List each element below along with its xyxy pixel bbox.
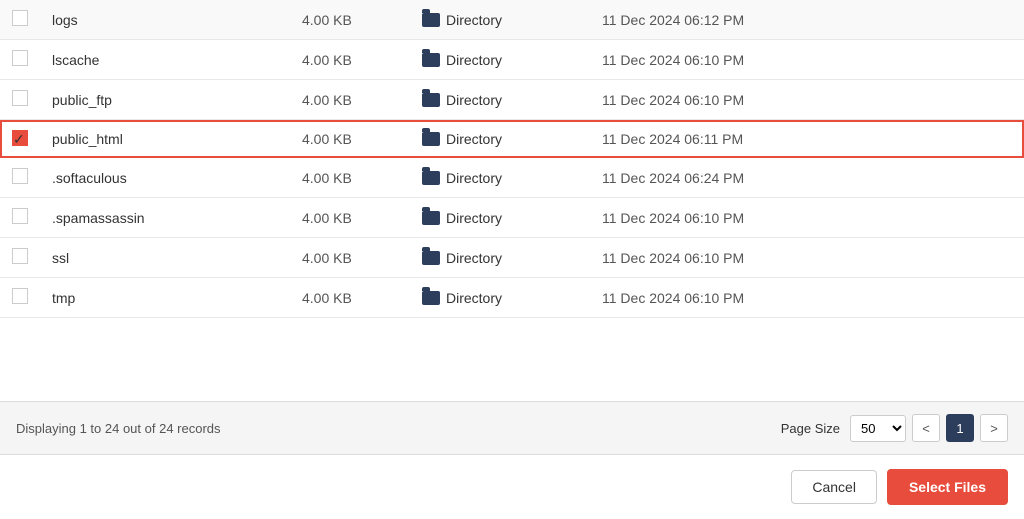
row-checkbox[interactable] xyxy=(12,90,28,106)
type-cell: Directory xyxy=(410,278,590,318)
type-label: Directory xyxy=(446,92,502,108)
folder-icon xyxy=(422,291,440,305)
name-cell: public_ftp xyxy=(40,80,290,120)
table-row[interactable]: public_ftp 4.00 KB Directory 11 Dec 2024… xyxy=(0,80,1024,120)
action-bar: Cancel Select Files xyxy=(0,455,1024,519)
page-size-label: Page Size xyxy=(781,421,840,436)
checkbox-cell[interactable]: ✓ xyxy=(0,120,40,158)
folder-icon xyxy=(422,93,440,107)
type-label: Directory xyxy=(446,52,502,68)
checkbox-cell[interactable] xyxy=(0,158,40,198)
folder-icon xyxy=(422,171,440,185)
checkbox-cell[interactable] xyxy=(0,278,40,318)
type-cell: Directory xyxy=(410,40,590,80)
type-cell: Directory xyxy=(410,158,590,198)
folder-icon xyxy=(422,251,440,265)
type-cell: Directory xyxy=(410,198,590,238)
name-cell: .softaculous xyxy=(40,158,290,198)
row-checkbox[interactable] xyxy=(12,248,28,264)
name-cell: .spamassassin xyxy=(40,198,290,238)
checkbox-cell[interactable] xyxy=(0,198,40,238)
cancel-button[interactable]: Cancel xyxy=(791,470,877,504)
size-cell: 4.00 KB xyxy=(290,120,410,158)
type-label: Directory xyxy=(446,170,502,186)
prev-page-button[interactable]: < xyxy=(912,414,940,442)
name-cell: public_html xyxy=(40,120,290,158)
type-label: Directory xyxy=(446,131,502,147)
date-cell: 11 Dec 2024 06:10 PM xyxy=(590,238,1024,278)
table-row[interactable]: logs 4.00 KB Directory 11 Dec 2024 06:12… xyxy=(0,0,1024,40)
table-row[interactable]: .spamassassin 4.00 KB Directory 11 Dec 2… xyxy=(0,198,1024,238)
row-checkbox[interactable] xyxy=(12,10,28,26)
type-label: Directory xyxy=(446,250,502,266)
date-cell: 11 Dec 2024 06:12 PM xyxy=(590,0,1024,40)
size-cell: 4.00 KB xyxy=(290,80,410,120)
size-cell: 4.00 KB xyxy=(290,238,410,278)
select-files-button[interactable]: Select Files xyxy=(887,469,1008,505)
type-cell: Directory xyxy=(410,238,590,278)
folder-icon xyxy=(422,211,440,225)
date-cell: 11 Dec 2024 06:10 PM xyxy=(590,40,1024,80)
file-table: logs 4.00 KB Directory 11 Dec 2024 06:12… xyxy=(0,0,1024,318)
checkbox-cell[interactable] xyxy=(0,238,40,278)
table-row[interactable]: tmp 4.00 KB Directory 11 Dec 2024 06:10 … xyxy=(0,278,1024,318)
folder-icon xyxy=(422,132,440,146)
size-cell: 4.00 KB xyxy=(290,0,410,40)
type-label: Directory xyxy=(446,12,502,28)
row-checkbox[interactable] xyxy=(12,50,28,66)
type-label: Directory xyxy=(446,290,502,306)
file-table-container: logs 4.00 KB Directory 11 Dec 2024 06:12… xyxy=(0,0,1024,402)
size-cell: 4.00 KB xyxy=(290,158,410,198)
row-checkbox[interactable] xyxy=(12,288,28,304)
records-info: Displaying 1 to 24 out of 24 records xyxy=(16,421,221,436)
size-cell: 4.00 KB xyxy=(290,198,410,238)
date-cell: 11 Dec 2024 06:11 PM xyxy=(590,120,1024,158)
date-cell: 11 Dec 2024 06:24 PM xyxy=(590,158,1024,198)
name-cell: lscache xyxy=(40,40,290,80)
size-cell: 4.00 KB xyxy=(290,278,410,318)
type-cell: Directory xyxy=(410,120,590,158)
date-cell: 11 Dec 2024 06:10 PM xyxy=(590,278,1024,318)
folder-icon xyxy=(422,53,440,67)
table-row[interactable]: .softaculous 4.00 KB Directory 11 Dec 20… xyxy=(0,158,1024,198)
table-row[interactable]: ✓ public_html 4.00 KB Directory 11 Dec 2… xyxy=(0,120,1024,158)
row-checkbox[interactable]: ✓ xyxy=(12,130,28,146)
row-checkbox[interactable] xyxy=(12,168,28,184)
table-row[interactable]: lscache 4.00 KB Directory 11 Dec 2024 06… xyxy=(0,40,1024,80)
name-cell: tmp xyxy=(40,278,290,318)
date-cell: 11 Dec 2024 06:10 PM xyxy=(590,80,1024,120)
row-checkbox[interactable] xyxy=(12,208,28,224)
type-cell: Directory xyxy=(410,0,590,40)
page-size-select[interactable]: 25 50 100 xyxy=(850,415,906,442)
folder-icon xyxy=(422,13,440,27)
next-page-button[interactable]: > xyxy=(980,414,1008,442)
checkbox-cell[interactable] xyxy=(0,80,40,120)
checkbox-cell[interactable] xyxy=(0,0,40,40)
pagination: Page Size 25 50 100 < 1 > xyxy=(781,414,1008,442)
size-cell: 4.00 KB xyxy=(290,40,410,80)
name-cell: ssl xyxy=(40,238,290,278)
checkbox-cell[interactable] xyxy=(0,40,40,80)
name-cell: logs xyxy=(40,0,290,40)
current-page-button[interactable]: 1 xyxy=(946,414,974,442)
type-label: Directory xyxy=(446,210,502,226)
date-cell: 11 Dec 2024 06:10 PM xyxy=(590,198,1024,238)
type-cell: Directory xyxy=(410,80,590,120)
table-row[interactable]: ssl 4.00 KB Directory 11 Dec 2024 06:10 … xyxy=(0,238,1024,278)
footer-bar: Displaying 1 to 24 out of 24 records Pag… xyxy=(0,402,1024,455)
